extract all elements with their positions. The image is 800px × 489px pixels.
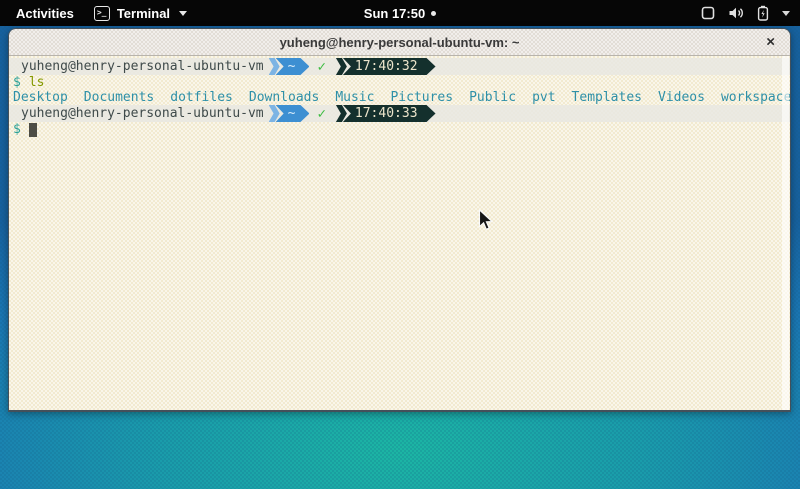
directory-name: pvt bbox=[532, 90, 555, 105]
system-status-area[interactable] bbox=[701, 5, 790, 21]
powerline-arrow-icon bbox=[336, 58, 347, 75]
app-menu-label: Terminal bbox=[117, 6, 170, 21]
prompt-dollar: $ bbox=[13, 75, 21, 90]
text-cursor bbox=[29, 123, 37, 137]
prompt-time-segment: 17:40:33 bbox=[336, 105, 436, 122]
input-line[interactable]: $ bbox=[9, 122, 790, 137]
battery-charging-icon bbox=[757, 5, 769, 21]
window-titlebar[interactable]: yuheng@henry-personal-ubuntu-vm: ~ × bbox=[9, 29, 790, 56]
clock-button[interactable]: Sun 17:50 bbox=[364, 6, 436, 21]
prompt-path-segment: ~ bbox=[269, 105, 310, 122]
directory-name: Templates bbox=[572, 90, 642, 105]
prompt-timestamp: 17:40:33 bbox=[343, 105, 436, 122]
prompt-path: ~ bbox=[276, 105, 310, 122]
status-check-icon: ✓ bbox=[317, 106, 325, 122]
prompt-time-segment: 17:40:32 bbox=[336, 58, 436, 75]
window-title: yuheng@henry-personal-ubuntu-vm: ~ bbox=[280, 35, 520, 50]
chevron-down-icon bbox=[782, 11, 790, 16]
directory-name: dotfiles bbox=[170, 90, 233, 105]
prompt-dollar: $ bbox=[13, 122, 21, 137]
prompt-timestamp: 17:40:32 bbox=[343, 58, 436, 75]
app-menu-terminal[interactable]: >_ Terminal bbox=[94, 6, 187, 21]
directory-name: Public bbox=[469, 90, 516, 105]
powerline-arrow-icon bbox=[269, 58, 280, 75]
directory-name: Music bbox=[335, 90, 374, 105]
terminal-screen[interactable]: yuheng@henry-personal-ubuntu-vm ~ ✓ 17:4… bbox=[9, 56, 790, 410]
screen-icon bbox=[701, 6, 715, 20]
chevron-down-icon bbox=[179, 11, 187, 16]
prompt-path-segment: ~ bbox=[269, 58, 310, 75]
powerline-arrow-icon bbox=[336, 105, 347, 122]
prompt-user-host: yuheng@henry-personal-ubuntu-vm bbox=[13, 106, 264, 121]
directory-name: Documents bbox=[84, 90, 154, 105]
notification-dot-icon bbox=[431, 11, 436, 16]
directory-name: Videos bbox=[658, 90, 705, 105]
prompt-line: yuheng@henry-personal-ubuntu-vm ~ ✓ 17:4… bbox=[9, 105, 790, 122]
prompt-user-host: yuheng@henry-personal-ubuntu-vm bbox=[13, 59, 264, 74]
clock-label: Sun 17:50 bbox=[364, 6, 425, 21]
terminal-window: yuheng@henry-personal-ubuntu-vm: ~ × yuh… bbox=[8, 28, 791, 412]
typed-command: ls bbox=[29, 75, 45, 90]
gnome-top-bar: Activities >_ Terminal Sun 17:50 bbox=[0, 0, 800, 26]
desktop: { "topbar": { "activities_label": "Activ… bbox=[0, 0, 800, 489]
ls-output-line: Desktop Documents dotfiles Downloads Mus… bbox=[9, 90, 790, 105]
volume-icon bbox=[728, 6, 744, 20]
prompt-path: ~ bbox=[276, 58, 310, 75]
directory-name: Pictures bbox=[390, 90, 453, 105]
powerline-arrow-icon bbox=[269, 105, 280, 122]
terminal-app-icon: >_ bbox=[94, 6, 110, 21]
scrollbar[interactable] bbox=[782, 56, 789, 410]
directory-name: workspace bbox=[721, 90, 791, 105]
directory-name: Downloads bbox=[249, 90, 319, 105]
directory-name: Desktop bbox=[13, 90, 68, 105]
command-line: $ ls bbox=[9, 75, 790, 90]
status-check-icon: ✓ bbox=[317, 59, 325, 75]
prompt-line: yuheng@henry-personal-ubuntu-vm ~ ✓ 17:4… bbox=[9, 58, 790, 75]
activities-button[interactable]: Activities bbox=[12, 6, 78, 21]
close-icon[interactable]: × bbox=[762, 33, 779, 52]
